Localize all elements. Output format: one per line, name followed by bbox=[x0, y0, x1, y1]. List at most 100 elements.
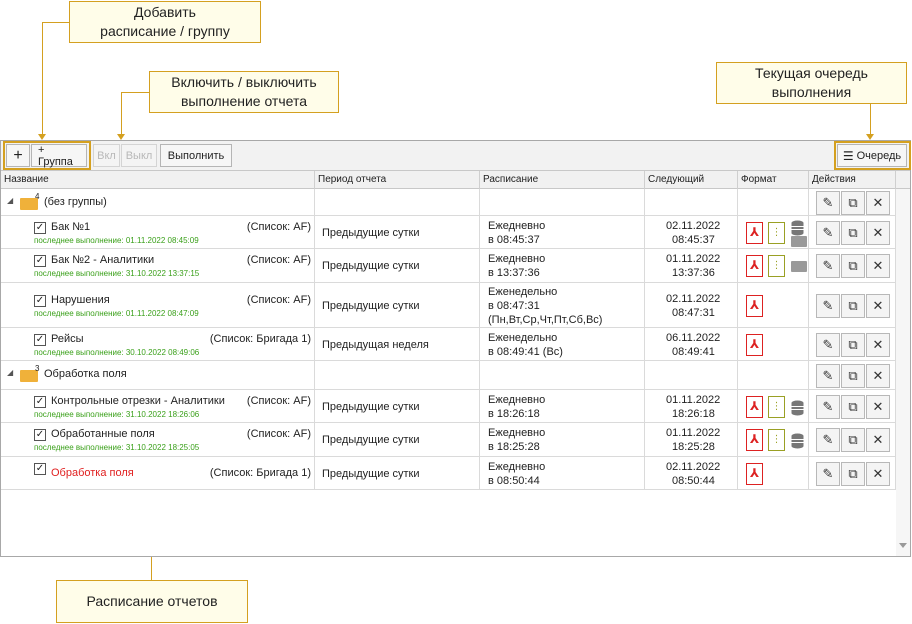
checkbox[interactable]: ✓ bbox=[34, 429, 46, 441]
report-name[interactable]: Обработанные поля bbox=[51, 428, 155, 440]
database-icon bbox=[791, 400, 804, 416]
delete-button[interactable]: ✕ bbox=[866, 462, 890, 486]
schedule-line-2: в 13:37:36 bbox=[488, 267, 540, 279]
report-name[interactable]: Бак №1 bbox=[51, 221, 90, 233]
col-period[interactable]: Период отчета bbox=[315, 171, 480, 189]
report-name[interactable]: Бак №2 - Аналитики bbox=[51, 254, 154, 266]
delete-button[interactable]: ✕ bbox=[866, 428, 890, 452]
col-format[interactable]: Формат bbox=[738, 171, 809, 189]
edit-button[interactable]: ✎ bbox=[816, 462, 840, 486]
expand-icon[interactable]: ◢ bbox=[7, 368, 13, 377]
group-name: Обработка поля bbox=[44, 368, 127, 380]
checkbox[interactable]: ✓ bbox=[34, 222, 46, 234]
edit-button[interactable]: ✎ bbox=[816, 333, 840, 357]
checkbox[interactable]: ✓ bbox=[34, 295, 46, 307]
report-list: (Список: AF) bbox=[246, 221, 311, 233]
close-icon: ✕ bbox=[872, 368, 884, 383]
copy-button[interactable]: ⧉ bbox=[841, 462, 865, 486]
delete-button[interactable]: ✕ bbox=[866, 254, 890, 278]
expand-icon[interactable]: ◢ bbox=[7, 196, 13, 205]
callout-queue-line-v bbox=[870, 104, 871, 134]
schedule-line-1: Ежедневно bbox=[488, 427, 546, 439]
next-time: 18:25:28 bbox=[672, 441, 715, 453]
group-row[interactable]: ◢ 3 Обработка поля ✎ ⧉ ✕ bbox=[1, 361, 896, 390]
copy-button[interactable]: ⧉ bbox=[841, 294, 865, 318]
col-name[interactable]: Название bbox=[1, 171, 315, 189]
copy-button[interactable]: ⧉ bbox=[841, 191, 865, 215]
delete-button[interactable]: ✕ bbox=[866, 395, 890, 419]
checkbox[interactable]: ✓ bbox=[34, 463, 46, 475]
copy-button[interactable]: ⧉ bbox=[841, 364, 865, 388]
col-schedule[interactable]: Расписание bbox=[480, 171, 645, 189]
edit-button[interactable]: ✎ bbox=[816, 428, 840, 452]
folder-open-icon bbox=[791, 261, 807, 272]
table-cell-divider bbox=[808, 328, 809, 360]
table-cell-divider bbox=[314, 361, 315, 389]
table-cell-divider bbox=[479, 390, 480, 422]
report-list: (Список: AF) bbox=[246, 254, 311, 266]
table-cell-divider bbox=[314, 189, 315, 215]
col-next[interactable]: Следующий bbox=[645, 171, 738, 189]
delete-button[interactable]: ✕ bbox=[866, 333, 890, 357]
edit-button[interactable]: ✎ bbox=[816, 395, 840, 419]
checkbox[interactable]: ✓ bbox=[34, 334, 46, 346]
disable-button[interactable]: Выкл bbox=[121, 144, 157, 167]
report-name[interactable]: Контрольные отрезки - Аналитики bbox=[51, 395, 225, 407]
checkbox[interactable]: ✓ bbox=[34, 255, 46, 267]
edit-button[interactable]: ✎ bbox=[816, 221, 840, 245]
copy-icon: ⧉ bbox=[848, 368, 858, 383]
table-row[interactable]: ✓ Бак №2 - Аналитики (Список: AF) последнее… bbox=[1, 249, 896, 283]
database-icon bbox=[791, 220, 804, 236]
table-row[interactable]: ✓ Рейсы (Список: Бригада 1) последнее выпол… bbox=[1, 328, 896, 361]
table-row[interactable]: ✓ Бак №1 (Список: AF) последнее выполнение:… bbox=[1, 216, 896, 249]
copy-button[interactable]: ⧉ bbox=[841, 428, 865, 452]
period-text: Предыдущие сутки bbox=[322, 434, 420, 446]
close-icon: ✕ bbox=[872, 399, 884, 414]
callout-queue: Текущая очередь выполнения bbox=[716, 62, 907, 104]
report-name[interactable]: Нарушения bbox=[51, 294, 110, 306]
delete-button[interactable]: ✕ bbox=[866, 364, 890, 388]
copy-icon: ⧉ bbox=[848, 258, 858, 273]
next-time: 08:50:44 bbox=[672, 475, 715, 487]
pdf-icon: ⅄ bbox=[746, 255, 763, 277]
scroll-down-arrow[interactable] bbox=[899, 543, 907, 548]
group-row[interactable]: ◢ 4 (без группы) ✎ ⧉ ✕ bbox=[1, 189, 896, 216]
run-button[interactable]: Выполнить bbox=[160, 144, 232, 167]
report-name[interactable]: Рейсы bbox=[51, 333, 84, 345]
group-count: 4 bbox=[35, 192, 40, 201]
schedule-line-3: (Пн,Вт,Ср,Чт,Пт,Сб,Вс) bbox=[488, 314, 603, 326]
delete-button[interactable]: ✕ bbox=[866, 221, 890, 245]
copy-button[interactable]: ⧉ bbox=[841, 333, 865, 357]
table-row[interactable]: ✓ Обработка поля (Список: Бригада 1) Предыд… bbox=[1, 457, 896, 490]
table-cell-divider bbox=[314, 390, 315, 422]
table-cell-divider bbox=[314, 216, 315, 248]
table-row[interactable]: ✓ Контрольные отрезки - Аналитики (Список:… bbox=[1, 390, 896, 423]
edit-button[interactable]: ✎ bbox=[816, 294, 840, 318]
table-row[interactable]: ✓ Нарушения (Список: AF) последнее выполнен… bbox=[1, 283, 896, 328]
copy-button[interactable]: ⧉ bbox=[841, 254, 865, 278]
edit-button[interactable]: ✎ bbox=[816, 364, 840, 388]
table-row[interactable]: ✓ Обработанные поля (Список: AF) последнее … bbox=[1, 423, 896, 457]
enable-button[interactable]: Вкл bbox=[93, 144, 120, 167]
col-actions[interactable]: Действия bbox=[809, 171, 896, 189]
edit-button[interactable]: ✎ bbox=[816, 254, 840, 278]
report-name[interactable]: Обработка поля bbox=[51, 467, 134, 479]
table-cell-divider bbox=[644, 457, 645, 489]
edit-button[interactable]: ✎ bbox=[816, 191, 840, 215]
add-highlight bbox=[3, 141, 91, 170]
schedule-line-2: в 08:47:31 bbox=[488, 300, 540, 312]
table-cell-divider bbox=[644, 361, 645, 389]
pdf-icon: ⅄ bbox=[746, 222, 763, 244]
table-cell-divider bbox=[808, 457, 809, 489]
delete-button[interactable]: ✕ bbox=[866, 191, 890, 215]
pdf-icon: ⅄ bbox=[746, 334, 763, 356]
period-text: Предыдущие сутки bbox=[322, 260, 420, 272]
copy-button[interactable]: ⧉ bbox=[841, 221, 865, 245]
table-cell-divider bbox=[737, 189, 738, 215]
scrollbar[interactable] bbox=[896, 189, 910, 556]
delete-button[interactable]: ✕ bbox=[866, 294, 890, 318]
copy-button[interactable]: ⧉ bbox=[841, 395, 865, 419]
table-cell-divider bbox=[644, 189, 645, 215]
checkbox[interactable]: ✓ bbox=[34, 396, 46, 408]
schedule-line-1: Ежедневно bbox=[488, 253, 546, 265]
